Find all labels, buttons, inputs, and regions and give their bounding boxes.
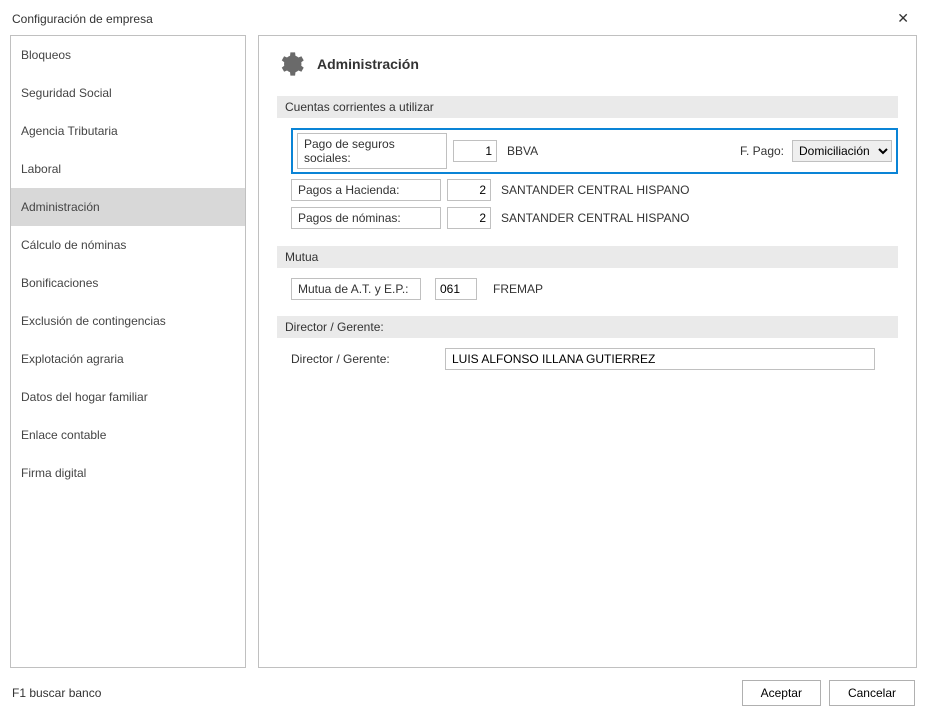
accounts-header: Cuentas corrientes a utilizar xyxy=(277,96,898,118)
account-row-seguros: Pago de seguros sociales: BBVA F. Pago: … xyxy=(291,128,898,174)
sidebar-item-agencia-tributaria[interactable]: Agencia Tributaria xyxy=(11,112,245,150)
mutua-header: Mutua xyxy=(277,246,898,268)
close-icon[interactable]: ✕ xyxy=(891,8,915,29)
sidebar-item-administracion[interactable]: Administración xyxy=(11,188,245,226)
mutua-code-input[interactable] xyxy=(435,278,477,300)
sidebar-item-bloqueos[interactable]: Bloqueos xyxy=(11,36,245,74)
account-bank-name: SANTANDER CENTRAL HISPANO xyxy=(501,211,689,225)
mutua-name: FREMAP xyxy=(493,282,543,296)
account-code-input[interactable] xyxy=(453,140,497,162)
content-panel: Administración Cuentas corrientes a util… xyxy=(258,35,917,668)
gear-icon xyxy=(277,50,305,78)
director-input[interactable] xyxy=(445,348,875,370)
fp-select[interactable]: Domiciliación xyxy=(792,140,892,162)
sidebar-item-exclusion-contingencias[interactable]: Exclusión de contingencias xyxy=(11,302,245,340)
sidebar-item-calculo-nominas[interactable]: Cálculo de nóminas xyxy=(11,226,245,264)
account-bank-name: SANTANDER CENTRAL HISPANO xyxy=(501,183,689,197)
cancel-button[interactable]: Cancelar xyxy=(829,680,915,706)
sidebar-item-seguridad-social[interactable]: Seguridad Social xyxy=(11,74,245,112)
footer-hint: F1 buscar banco xyxy=(12,686,101,700)
account-code-input[interactable] xyxy=(447,179,491,201)
account-bank-name: BBVA xyxy=(507,144,538,158)
sidebar: Bloqueos Seguridad Social Agencia Tribut… xyxy=(10,35,246,668)
sidebar-item-datos-hogar[interactable]: Datos del hogar familiar xyxy=(11,378,245,416)
fp-label: F. Pago: xyxy=(740,144,784,158)
mutua-label: Mutua de A.T. y E.P.: xyxy=(291,278,421,300)
director-label: Director / Gerente: xyxy=(291,349,431,369)
accept-button[interactable]: Aceptar xyxy=(742,680,821,706)
footer: F1 buscar banco Aceptar Cancelar xyxy=(0,672,927,716)
window-title: Configuración de empresa xyxy=(12,12,153,26)
account-row-nominas: Pagos de nóminas: SANTANDER CENTRAL HISP… xyxy=(291,206,898,230)
director-header: Director / Gerente: xyxy=(277,316,898,338)
sidebar-item-laboral[interactable]: Laboral xyxy=(11,150,245,188)
page-title: Administración xyxy=(317,56,419,72)
mutua-row: Mutua de A.T. y E.P.: FREMAP xyxy=(291,278,898,300)
sidebar-item-enlace-contable[interactable]: Enlace contable xyxy=(11,416,245,454)
titlebar: Configuración de empresa ✕ xyxy=(0,0,927,35)
account-label: Pagos a Hacienda: xyxy=(291,179,441,201)
account-label: Pago de seguros sociales: xyxy=(297,133,447,169)
sidebar-item-firma-digital[interactable]: Firma digital xyxy=(11,454,245,492)
account-row-hacienda: Pagos a Hacienda: SANTANDER CENTRAL HISP… xyxy=(291,178,898,202)
sidebar-item-bonificaciones[interactable]: Bonificaciones xyxy=(11,264,245,302)
sidebar-item-explotacion-agraria[interactable]: Explotación agraria xyxy=(11,340,245,378)
account-label: Pagos de nóminas: xyxy=(291,207,441,229)
director-row: Director / Gerente: xyxy=(291,348,898,370)
account-code-input[interactable] xyxy=(447,207,491,229)
